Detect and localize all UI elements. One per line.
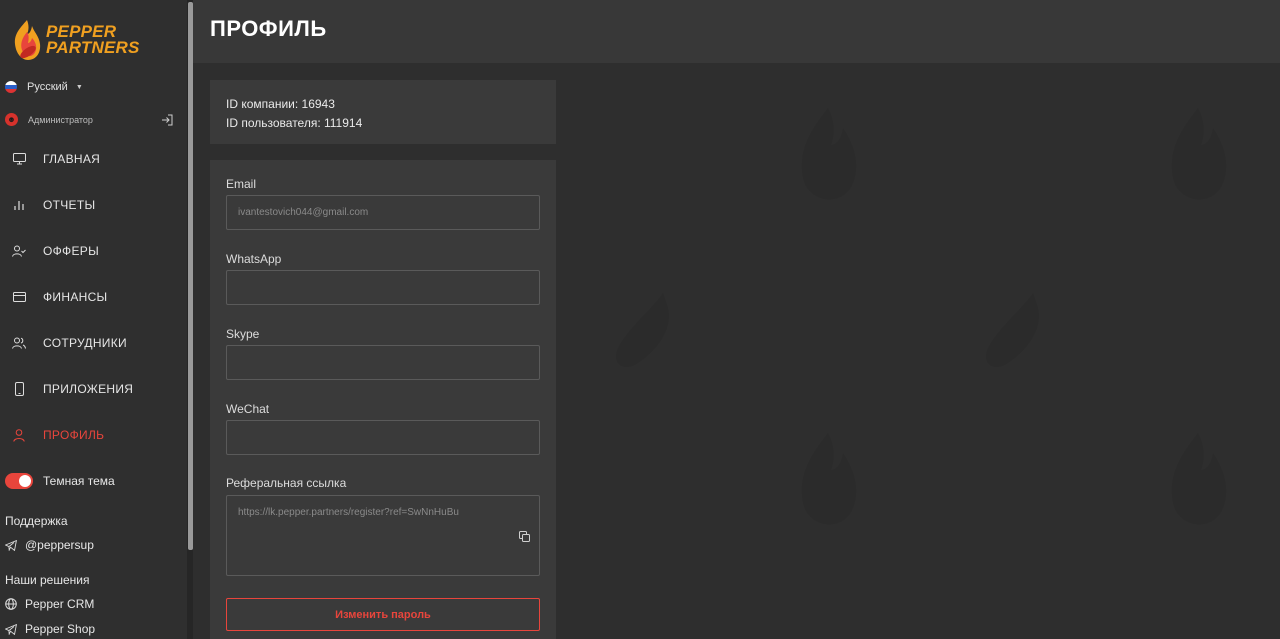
referral-link-field[interactable]: https://lk.pepper.partners/register?ref=…	[226, 495, 540, 576]
skype-field[interactable]	[226, 345, 540, 380]
email-field[interactable]	[226, 195, 540, 230]
user-check-icon	[12, 244, 26, 258]
company-id: ID компании: 16943	[226, 97, 335, 111]
wechat-label: WeChat	[226, 402, 270, 416]
bar-chart-icon	[12, 198, 26, 212]
email-label: Email	[226, 177, 257, 191]
logout-icon[interactable]	[161, 114, 173, 126]
telegram-icon	[5, 539, 17, 551]
skype-label: Skype	[226, 327, 260, 341]
user-role: ☻ Администратор	[5, 113, 173, 126]
change-password-button[interactable]: Изменить пароль	[226, 598, 540, 631]
caret-down-icon: ▼	[75, 83, 83, 91]
nav-item-finance[interactable]: ФИНАНСЫ	[0, 274, 187, 320]
whatsapp-field[interactable]	[226, 270, 540, 305]
solution-label-shop: Pepper Shop	[25, 622, 96, 636]
language-selector[interactable]: Русский ▼	[5, 81, 83, 93]
theme-toggle[interactable]	[5, 473, 33, 489]
russia-flag-icon	[5, 81, 17, 93]
globe-icon	[5, 598, 17, 610]
page-header: ПРОФИЛЬ	[193, 0, 1280, 63]
user-icon	[12, 428, 26, 442]
nav-label-apps: ПРИЛОЖЕНИЯ	[43, 382, 134, 396]
nav-item-staff[interactable]: СОТРУДНИКИ	[0, 320, 187, 366]
nav-label-profile: ПРОФИЛЬ	[43, 428, 105, 442]
solution-link-shop[interactable]: Pepper Shop	[5, 622, 95, 636]
solution-link-crm[interactable]: Pepper CRM	[5, 597, 94, 611]
language-label: Русский	[27, 81, 68, 93]
devil-avatar-icon: ☻	[5, 113, 18, 126]
nav-label-main: ГЛАВНАЯ	[43, 152, 101, 166]
referral-label: Реферальная ссылка	[226, 476, 347, 490]
page-title: ПРОФИЛЬ	[210, 16, 327, 41]
logo-line-2: PARTNERS	[46, 38, 140, 57]
phone-icon	[12, 382, 26, 396]
solution-label-crm: Pepper CRM	[25, 597, 95, 611]
logo-text: PEPPER PARTNERS	[46, 23, 140, 57]
whatsapp-label: WhatsApp	[226, 252, 282, 266]
copy-icon[interactable]	[519, 531, 530, 542]
nav-item-offers[interactable]: ОФФЕРЫ	[0, 228, 187, 274]
nav-label-reports: ОТЧЕТЫ	[43, 198, 96, 212]
flame-pepper-logo-icon	[14, 20, 41, 60]
nav-label-offers: ОФФЕРЫ	[43, 244, 100, 258]
credit-card-icon	[12, 290, 26, 304]
pepper-watermark-icon	[1171, 433, 1227, 525]
nav-label-finance: ФИНАНСЫ	[43, 290, 108, 304]
role-label: Администратор	[28, 114, 93, 125]
sidebar: PEPPER PARTNERS Русский ▼ ☻ Администрато…	[0, 0, 187, 639]
support-title: Поддержка	[5, 514, 68, 528]
pepper-watermark-icon	[1171, 108, 1227, 200]
wechat-field[interactable]	[226, 420, 540, 455]
profile-form: Email WhatsApp Skype WeChat Реферальная …	[210, 160, 556, 639]
logo[interactable]: PEPPER PARTNERS	[10, 18, 145, 64]
theme-label: Темная тема	[43, 474, 115, 488]
pepper-watermark-icon	[615, 293, 669, 368]
ids-card: ID компании: 16943 ID пользователя: 1119…	[210, 80, 556, 144]
monitor-icon	[12, 152, 26, 166]
nav-item-apps[interactable]: ПРИЛОЖЕНИЯ	[0, 366, 187, 412]
nav-item-main[interactable]: ГЛАВНАЯ	[0, 136, 187, 182]
support-telegram-link[interactable]: @peppersup	[5, 538, 94, 552]
nav-label-staff: СОТРУДНИКИ	[43, 336, 127, 350]
pepper-watermark-icon	[801, 108, 857, 200]
referral-link-value: https://lk.pepper.partners/register?ref=…	[238, 507, 459, 518]
nav-item-reports[interactable]: ОТЧЕТЫ	[0, 182, 187, 228]
users-icon	[12, 336, 26, 350]
pepper-watermark-icon	[985, 293, 1039, 368]
theme-toggle-row: Темная тема	[5, 473, 115, 489]
solutions-title: Наши решения	[5, 573, 90, 587]
telegram-icon	[5, 623, 17, 635]
user-id: ID пользователя: 111914	[226, 116, 363, 130]
pepper-watermark-icon	[801, 433, 857, 525]
telegram-handle: @peppersup	[25, 538, 94, 552]
nav-item-profile[interactable]: ПРОФИЛЬ	[0, 412, 187, 458]
